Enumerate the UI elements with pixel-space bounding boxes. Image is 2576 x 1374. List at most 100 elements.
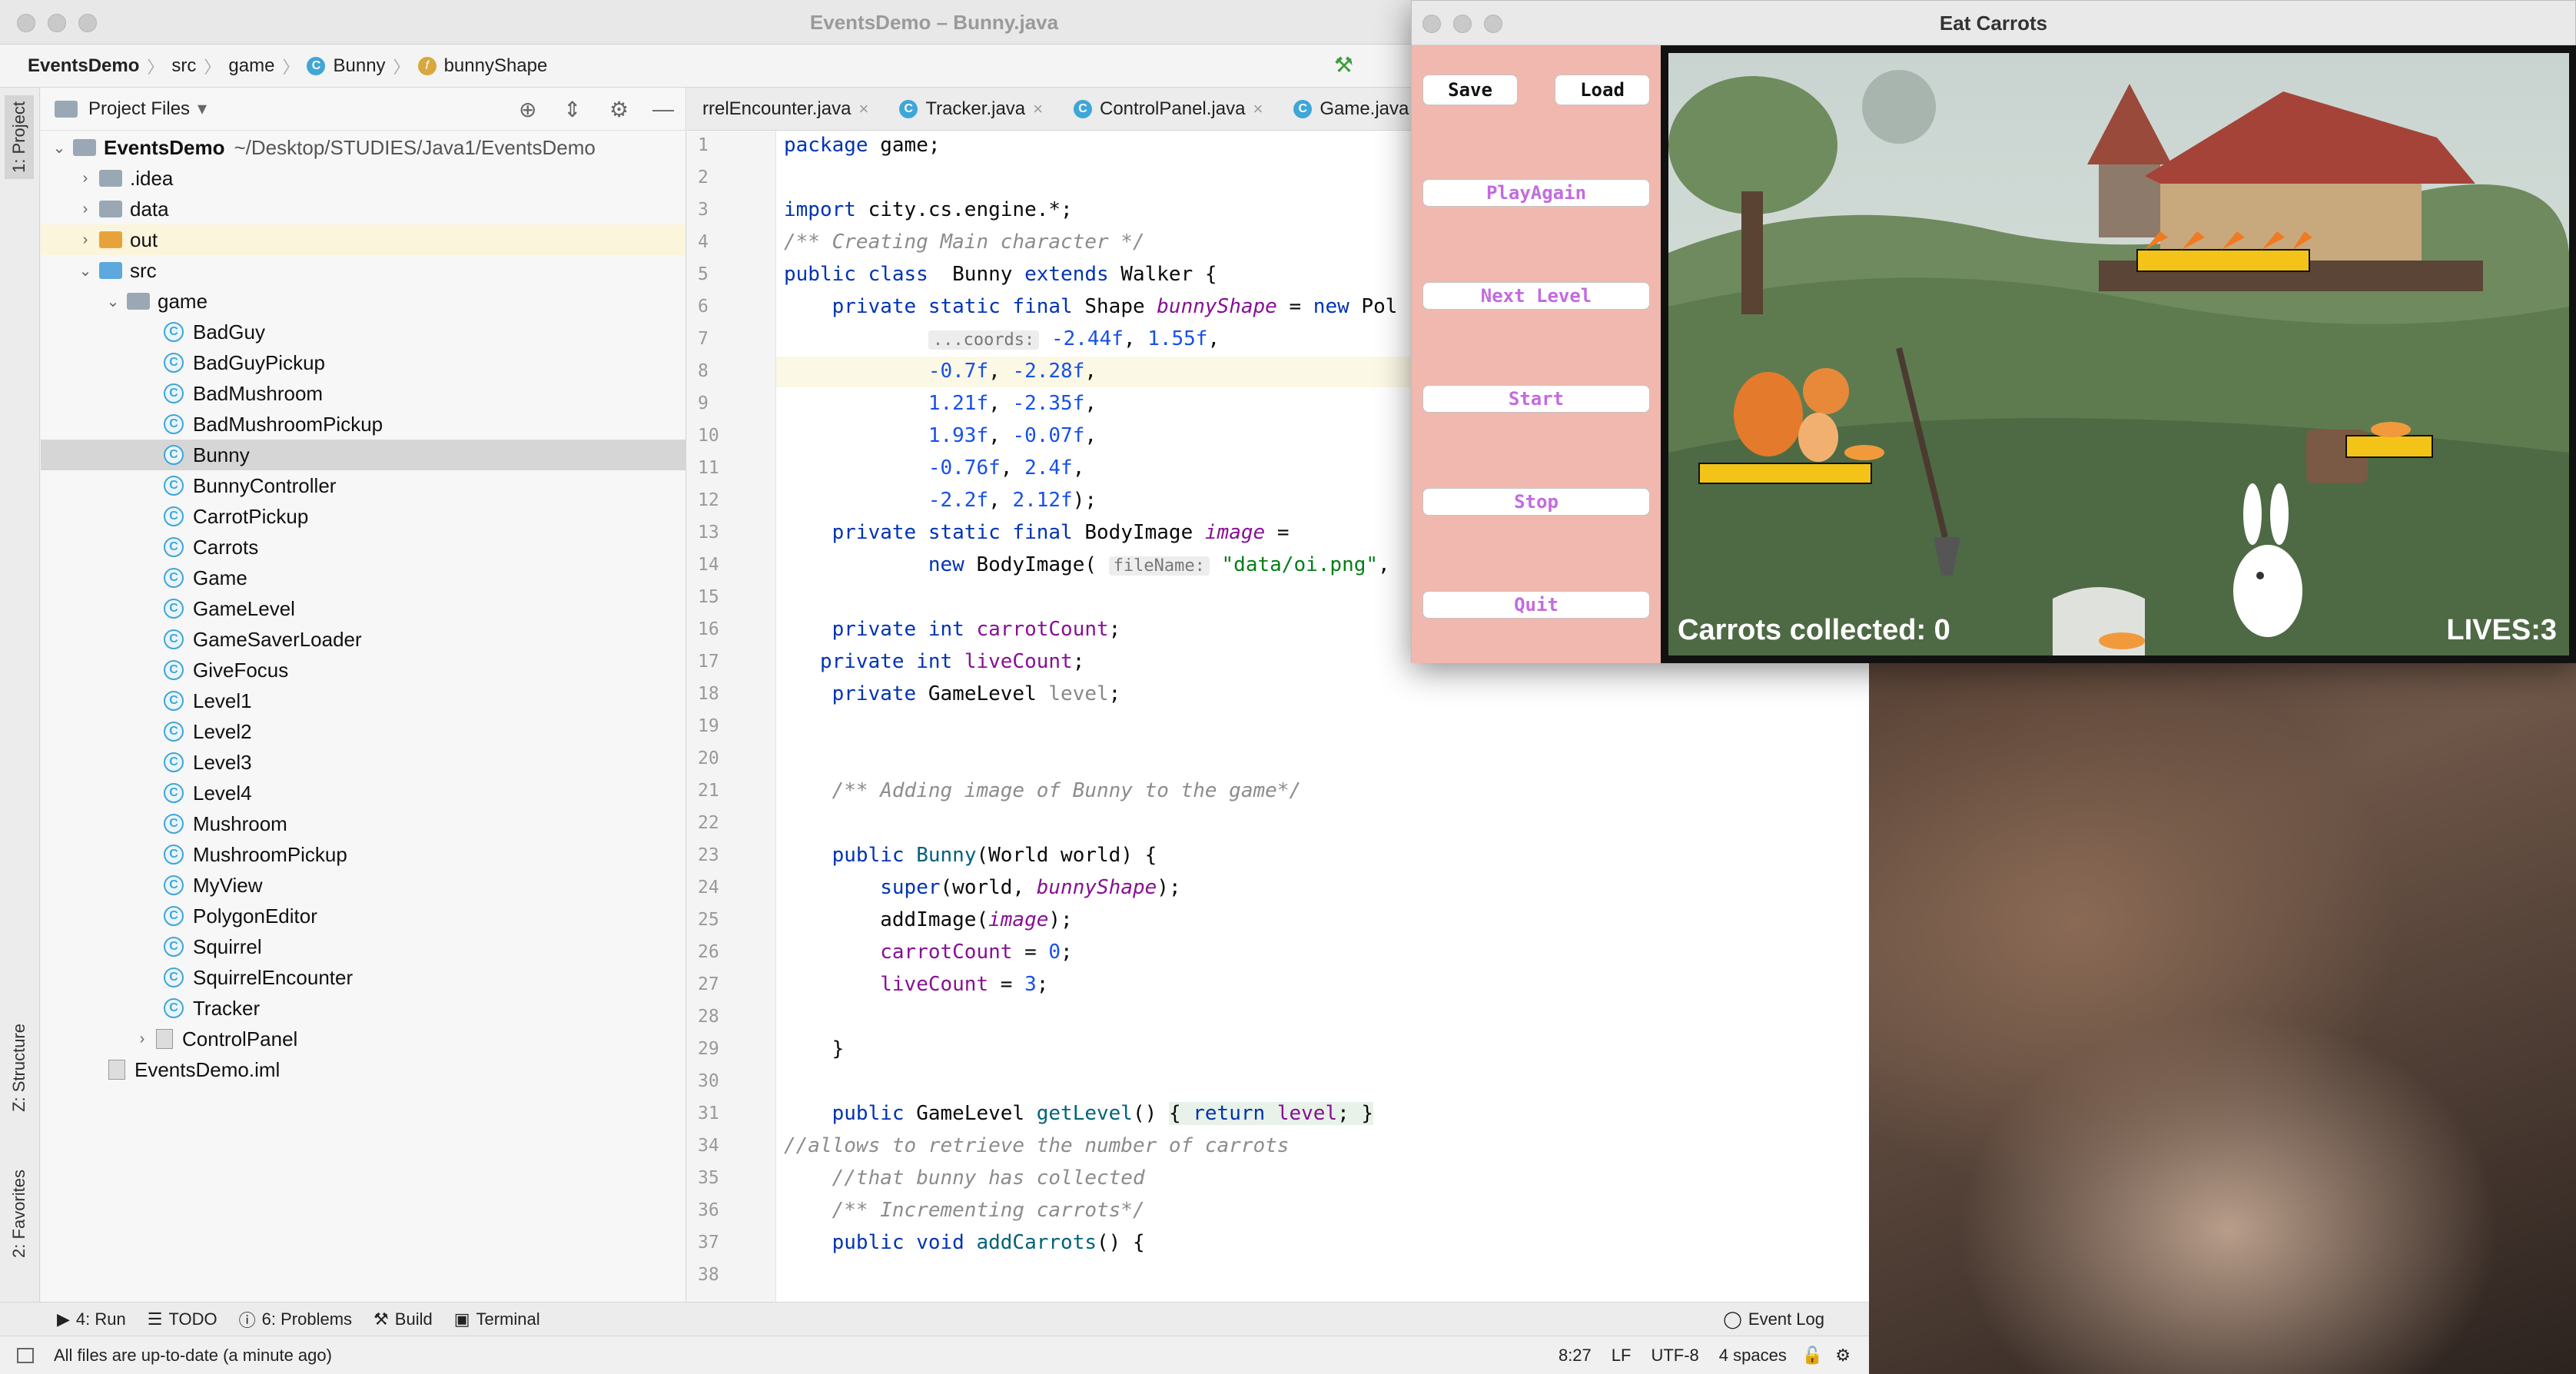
tree-item-game[interactable]: ⌄ game: [41, 286, 685, 317]
code-line: public void addCarrots() {: [832, 1231, 1145, 1254]
code-line: /** Incrementing carrots*/: [832, 1199, 1145, 1222]
tree-item-label: Game: [193, 566, 247, 589]
breadcrumb-game[interactable]: game: [228, 55, 274, 77]
stop-button[interactable]: Stop: [1422, 488, 1650, 516]
tree-item-class[interactable]: C BadGuy: [41, 317, 685, 347]
game-canvas[interactable]: Carrots collected: 0 LIVES:3: [1661, 45, 2576, 663]
breadcrumb-field[interactable]: bunnyShape: [444, 55, 548, 77]
tree-item-out[interactable]: › out: [41, 224, 685, 255]
tree-item-label: Mushroom: [193, 811, 287, 835]
editor-tab[interactable]: rrelEncounter.java ×: [687, 88, 884, 130]
gear-icon[interactable]: ⚙: [1835, 1346, 1851, 1366]
tree-item-class[interactable]: C GameLevel: [41, 593, 685, 624]
tree-item-class[interactable]: C SquirrelEncounter: [41, 962, 685, 993]
tree-item-class[interactable]: C BunnyController: [41, 470, 685, 501]
class-icon: C: [164, 691, 184, 711]
tree-item-src[interactable]: ⌄ src: [41, 255, 685, 286]
breadcrumb-project[interactable]: EventsDemo: [28, 55, 139, 77]
tree-item-class[interactable]: C MyView: [41, 870, 685, 901]
lives-counter: LIVES:3: [2446, 614, 2557, 646]
tree-item-class[interactable]: C MushroomPickup: [41, 839, 685, 870]
line-number: 37: [698, 1233, 719, 1253]
tree-item-label: BadMushroom: [193, 381, 324, 405]
tree-item-class[interactable]: C Level1: [41, 685, 685, 716]
tree-item-class[interactable]: C Carrots: [41, 532, 685, 563]
tree-item-class[interactable]: C BadMushroomPickup: [41, 409, 685, 440]
tree-item-class[interactable]: C GiveFocus: [41, 655, 685, 685]
field-icon: f: [417, 56, 437, 75]
tab-structure[interactable]: Z: Structure: [5, 1017, 34, 1118]
chevron-right-icon[interactable]: ›: [134, 1030, 150, 1048]
line-number: 8: [698, 361, 709, 381]
tree-item-class[interactable]: C Bunny: [41, 440, 685, 470]
event-log-label: Event Log: [1748, 1309, 1824, 1329]
line-separator[interactable]: LF: [1612, 1346, 1632, 1366]
locate-icon[interactable]: ⊕: [519, 97, 536, 122]
start-button[interactable]: Start: [1422, 385, 1650, 413]
tree-item-class[interactable]: C PolygonEditor: [41, 901, 685, 931]
gear-icon[interactable]: ⚙: [609, 97, 629, 122]
line-number: 38: [698, 1265, 719, 1285]
chevron-right-icon[interactable]: ›: [78, 170, 93, 188]
tree-item-controlpanel[interactable]: › ControlPanel: [41, 1024, 685, 1054]
tree-item-label: BadMushroomPickup: [193, 412, 383, 436]
tree-item-label: Squirrel: [193, 934, 262, 958]
hide-icon[interactable]: —: [652, 97, 674, 121]
file-encoding[interactable]: UTF-8: [1651, 1346, 1698, 1366]
build-hammer-icon[interactable]: ⚒: [1334, 52, 1353, 78]
tree-item-class[interactable]: C Level4: [41, 778, 685, 808]
close-tab-icon[interactable]: ×: [858, 99, 868, 119]
save-button[interactable]: Save: [1422, 75, 1518, 105]
tree-item-class[interactable]: C Game: [41, 563, 685, 593]
line-number: 36: [698, 1200, 719, 1220]
tree-item-class[interactable]: C CarrotPickup: [41, 501, 685, 532]
close-tab-icon[interactable]: ×: [1033, 99, 1043, 119]
indent-setting[interactable]: 4 spaces: [1719, 1346, 1787, 1366]
breadcrumb-bunny[interactable]: Bunny: [333, 55, 385, 77]
terminal-tool-button[interactable]: ▣ Terminal: [454, 1309, 540, 1329]
chevron-down-icon[interactable]: ⌄: [51, 138, 67, 158]
tree-item-class[interactable]: C Level2: [41, 716, 685, 747]
lock-icon[interactable]: 🔓: [1802, 1346, 1823, 1366]
tree-item-label: MyView: [193, 873, 263, 897]
toggle-tool-windows-icon[interactable]: [17, 1347, 34, 1363]
code-line: /** Adding image of Bunny to the game*/: [832, 779, 1302, 802]
tree-item-label: Level4: [193, 781, 252, 805]
tree-item-class[interactable]: C Mushroom: [41, 808, 685, 839]
problems-tool-button[interactable]: ⓘ 6: Problems: [239, 1307, 352, 1332]
project-view-selector[interactable]: Project Files: [88, 98, 190, 120]
chevron-right-icon[interactable]: ›: [78, 231, 93, 249]
tree-item-class[interactable]: C BadGuyPickup: [41, 347, 685, 378]
load-button[interactable]: Load: [1555, 75, 1650, 105]
event-log-button[interactable]: ◯ Event Log: [1723, 1309, 1824, 1329]
chevron-right-icon[interactable]: ›: [78, 201, 93, 218]
chevron-down-icon[interactable]: ⌄: [105, 292, 121, 311]
tree-item-iml[interactable]: EventsDemo.iml: [41, 1054, 685, 1085]
chevron-down-icon[interactable]: ⌄: [78, 261, 93, 280]
editor-tab[interactable]: C ControlPanel.java ×: [1058, 88, 1278, 130]
todo-tool-button[interactable]: ☰ TODO: [148, 1309, 217, 1329]
close-tab-icon[interactable]: ×: [1253, 99, 1263, 119]
play-again-button[interactable]: PlayAgain: [1422, 179, 1650, 207]
next-level-button[interactable]: Next Level: [1422, 282, 1650, 310]
tree-item-class[interactable]: C Tracker: [41, 993, 685, 1024]
tree-root[interactable]: ⌄ EventsDemo ~/Desktop/STUDIES/Java1/Eve…: [41, 132, 685, 163]
tree-item-class[interactable]: C Squirrel: [41, 931, 685, 962]
tree-item-class[interactable]: C Level3: [41, 747, 685, 778]
tree-item-label: Tracker: [193, 996, 261, 1020]
build-tool-button[interactable]: ⚒ Build: [373, 1309, 433, 1329]
caret-position[interactable]: 8:27: [1559, 1346, 1592, 1366]
code-line: private int carrotCount;: [832, 618, 1121, 641]
collapse-all-icon[interactable]: ⇕: [563, 97, 581, 122]
tree-item-idea[interactable]: › .idea: [41, 163, 685, 194]
tab-project[interactable]: 1: Project: [5, 95, 34, 179]
run-tool-button[interactable]: ▶ 4: Run: [57, 1309, 126, 1329]
editor-tab[interactable]: C Tracker.java ×: [884, 88, 1058, 130]
tree-item-data[interactable]: › data: [41, 194, 685, 224]
tree-item-class[interactable]: C BadMushroom: [41, 378, 685, 409]
tab-favorites[interactable]: 2: Favorites: [5, 1163, 34, 1264]
quit-button[interactable]: Quit: [1422, 591, 1650, 619]
tree-item-class[interactable]: C GameSaverLoader: [41, 624, 685, 655]
breadcrumb-src[interactable]: src: [171, 55, 196, 77]
chevron-down-icon[interactable]: ▾: [198, 98, 207, 120]
